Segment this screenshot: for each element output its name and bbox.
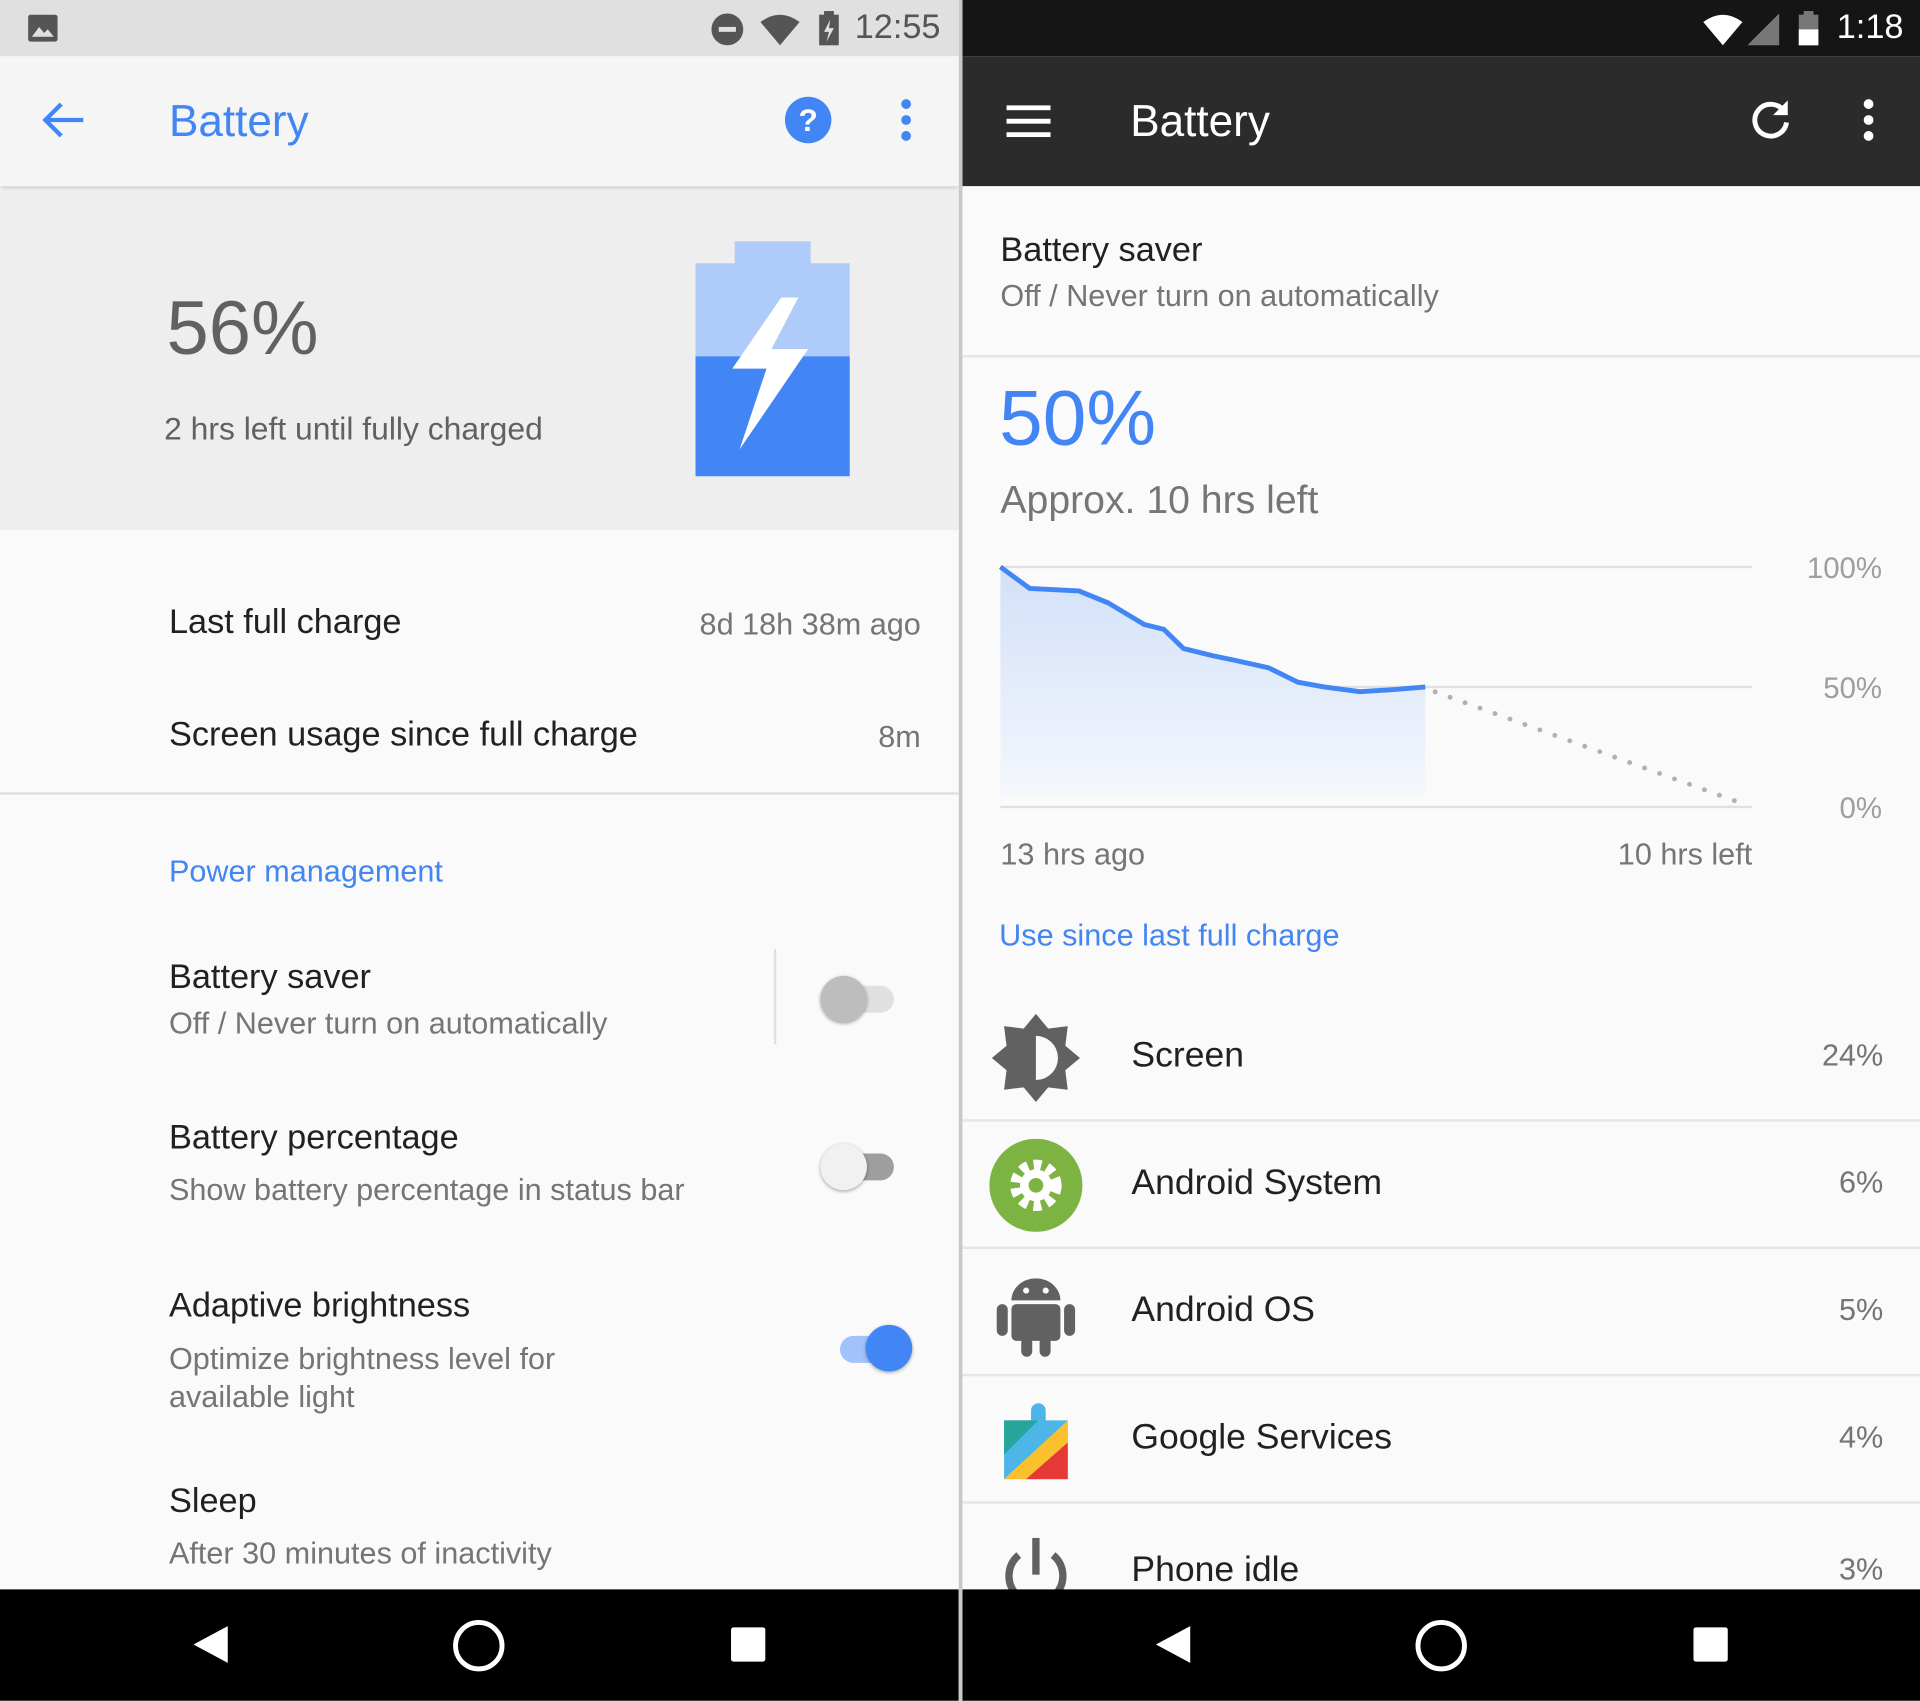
- android-system-gear-icon: [989, 1138, 1083, 1232]
- projection-line: [1432, 689, 1748, 807]
- charge-status: 2 hrs left until fully charged: [164, 410, 543, 447]
- recents-icon[interactable]: [1692, 1626, 1729, 1663]
- svg-text:?: ?: [798, 102, 817, 138]
- home-icon[interactable]: [1413, 1618, 1469, 1674]
- more-vert-icon[interactable]: [1856, 98, 1880, 142]
- section-title: Power management: [168, 854, 443, 889]
- battery-charging-icon: [695, 241, 850, 477]
- android-robot-icon: [996, 1278, 1076, 1357]
- usage-percent: 3%: [1839, 1552, 1884, 1587]
- toolbar: Battery: [962, 56, 1920, 187]
- usage-percent: 24%: [1821, 1038, 1884, 1073]
- y-tick-label: 100%: [1807, 552, 1882, 585]
- home-icon[interactable]: [451, 1618, 507, 1674]
- setting-title: Sleep: [168, 1481, 257, 1520]
- setting-title: Battery saver: [168, 957, 371, 996]
- help-icon[interactable]: ?: [784, 96, 833, 145]
- battery-icon: [1798, 11, 1819, 46]
- usage-percent: 6%: [1839, 1165, 1884, 1201]
- setting-title: Battery percentage: [168, 1117, 459, 1156]
- setting-summary: After 30 minutes of inactivity: [168, 1536, 552, 1572]
- navigation-bar: [962, 1589, 1920, 1701]
- divider: [773, 948, 777, 1045]
- y-tick-label: 0%: [1840, 792, 1882, 825]
- do-not-disturb-icon: [711, 13, 744, 46]
- stat-label: Screen usage since full charge: [168, 715, 638, 754]
- setting-summary: Show battery percentage in status bar: [168, 1173, 685, 1208]
- y-tick-label: 50%: [1823, 672, 1882, 705]
- toolbar: Battery ?: [0, 56, 959, 187]
- brightness-icon: [991, 1013, 1081, 1103]
- usage-name: Android System: [1131, 1163, 1383, 1203]
- refresh-icon[interactable]: [1749, 98, 1793, 142]
- left-screen: 12:55 Battery ? 56% 2 hrs left until ful…: [0, 0, 959, 1701]
- status-time: 12:55: [854, 7, 941, 46]
- status-bar: 1:18: [962, 0, 1920, 57]
- history-area: [1000, 566, 1426, 795]
- stat-label: Last full charge: [168, 602, 402, 641]
- setting-summary: Optimize brightness level for available …: [168, 1342, 556, 1415]
- more-vert-icon[interactable]: [894, 98, 918, 142]
- usage-row-android-system[interactable]: Android System 6%: [962, 1122, 1920, 1249]
- google-play-services-icon: [1004, 1403, 1068, 1480]
- battery-percent: 56%: [166, 286, 319, 372]
- stat-value: 8d 18h 38m ago: [699, 607, 921, 642]
- usage-row-screen[interactable]: Screen 24%: [962, 994, 1920, 1122]
- section-title: Use since last full charge: [999, 918, 1340, 953]
- wifi-icon: [1703, 14, 1743, 46]
- setting-summary: Off / Never turn on automatically: [168, 1006, 608, 1041]
- battery-charging-icon: [819, 11, 839, 46]
- usage-percent: 4%: [1839, 1420, 1884, 1455]
- usage-name: Android OS: [1131, 1290, 1316, 1330]
- back-icon[interactable]: [1153, 1624, 1192, 1666]
- setting-summary: Off / Never turn on automatically: [1000, 279, 1439, 314]
- usage-name: Google Services: [1131, 1417, 1392, 1458]
- page-title: Battery: [1130, 95, 1270, 146]
- usage-row-android-os[interactable]: Android OS 5%: [962, 1249, 1920, 1377]
- divider: [962, 355, 1920, 358]
- status-bar: 12:55: [0, 0, 959, 57]
- recents-icon[interactable]: [730, 1626, 767, 1663]
- cell-signal-icon: [1747, 13, 1780, 46]
- usage-name: Phone idle: [1131, 1550, 1300, 1590]
- x-tick-label: 10 hrs left: [1618, 837, 1753, 871]
- toggle-knob: [865, 1324, 913, 1372]
- time-estimate: Approx. 10 hrs left: [1000, 477, 1319, 522]
- usage-name: Screen: [1131, 1035, 1244, 1076]
- divider: [0, 792, 959, 795]
- right-screen: 1:18 Battery Battery saver Off / Never t…: [962, 0, 1920, 1701]
- battery-header: 56% 2 hrs left until fully charged: [0, 189, 959, 531]
- setting-title: Battery saver: [1000, 230, 1203, 269]
- toggle-knob: [820, 1143, 867, 1191]
- wifi-icon: [760, 14, 800, 46]
- menu-icon[interactable]: [1006, 105, 1051, 138]
- back-icon[interactable]: [191, 1624, 230, 1666]
- status-time: 1:18: [1836, 7, 1904, 46]
- usage-percent: 5%: [1839, 1293, 1884, 1328]
- setting-title: Adaptive brightness: [168, 1285, 471, 1324]
- battery-history-chart: 100% 50% 0% 13 hrs ago 10 hrs left: [998, 552, 1882, 871]
- stat-value: 8m: [878, 720, 921, 755]
- navigation-bar: [0, 1589, 959, 1701]
- toggle-knob: [820, 975, 867, 1023]
- image-icon: [28, 14, 58, 42]
- x-tick-label: 13 hrs ago: [1000, 837, 1145, 871]
- usage-row-google-services[interactable]: Google Services 4%: [962, 1376, 1920, 1504]
- page-title: Battery: [168, 95, 309, 146]
- battery-percent: 50%: [999, 373, 1157, 462]
- back-arrow-icon[interactable]: [42, 100, 86, 139]
